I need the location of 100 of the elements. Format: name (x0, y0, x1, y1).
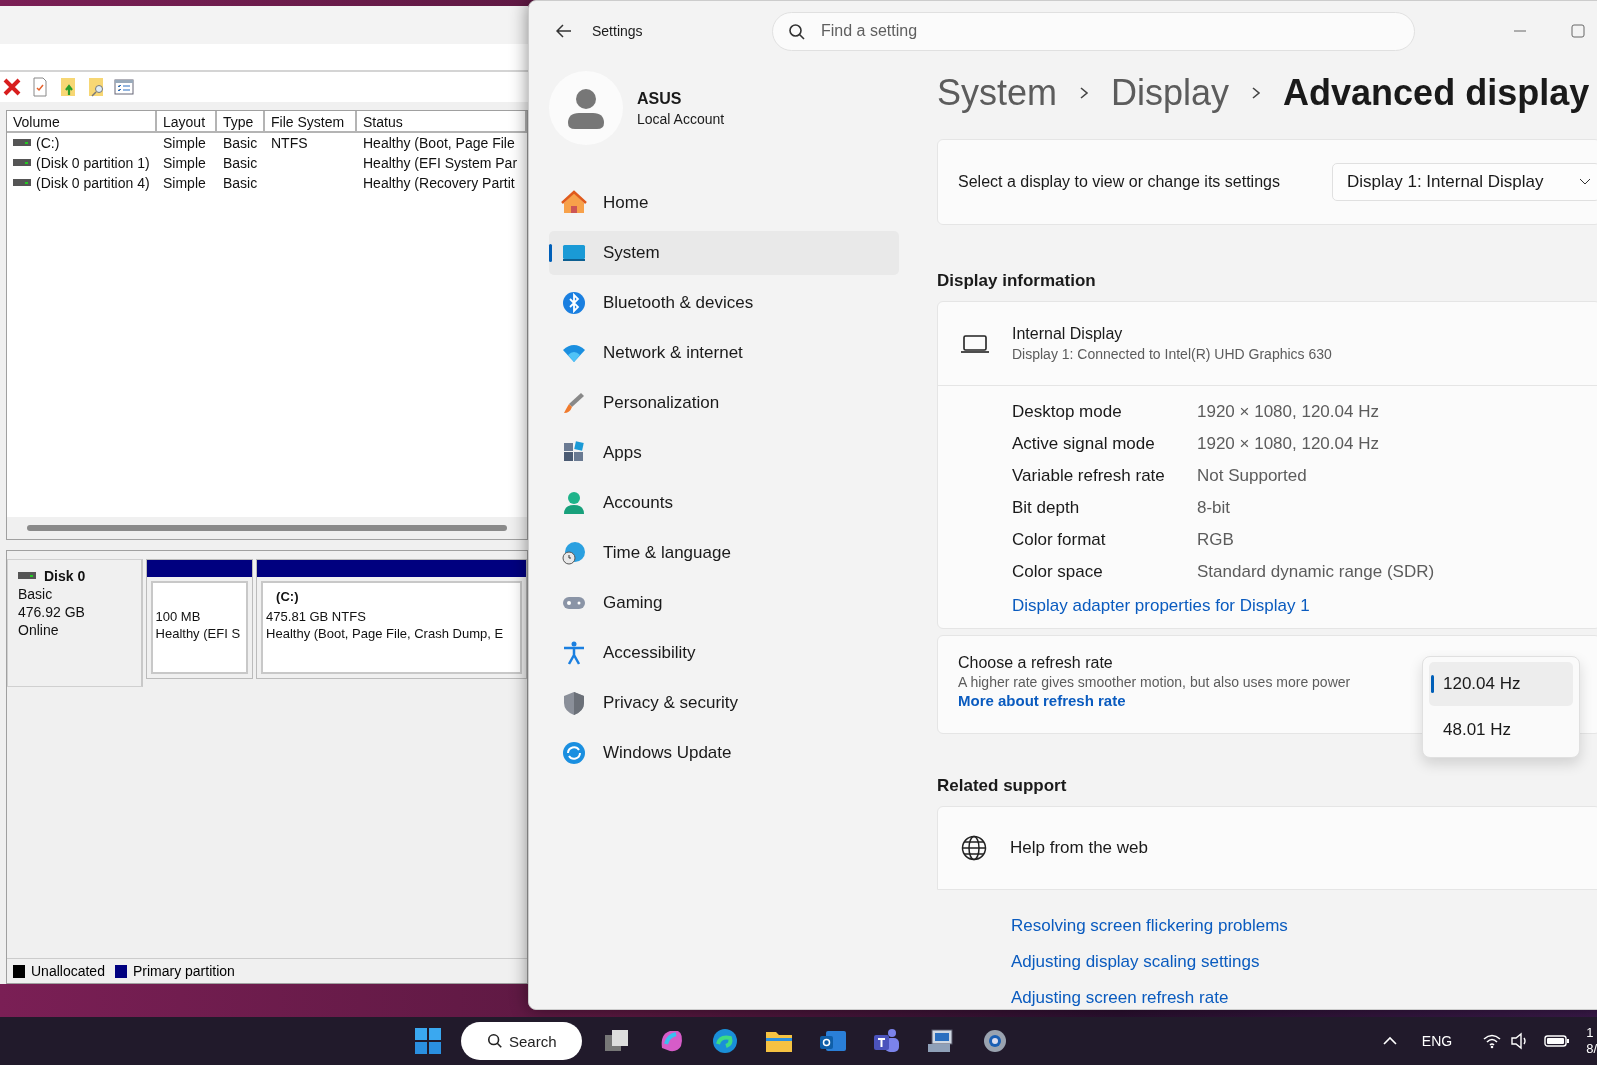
clock[interactable]: 1 8/ (1586, 1025, 1597, 1057)
legend-label: Unallocated (31, 963, 105, 979)
search-icon (487, 1033, 503, 1049)
property-label: Active signal mode (1012, 434, 1156, 454)
partition-status: Healthy (EFI S (155, 626, 242, 641)
property-value: 8-bit (1197, 498, 1232, 518)
scrollbar-thumb[interactable] (27, 525, 507, 531)
disk-status: Online (18, 622, 60, 638)
taskbar-search[interactable]: Search (461, 1022, 582, 1060)
setting-label: Select a display to view or change its settings (958, 173, 1280, 191)
table-cell: (Disk 0 partition 1) (36, 155, 150, 171)
accessibility-icon (561, 640, 587, 666)
back-arrow-icon (556, 24, 572, 38)
partition-size: 100 MB (155, 609, 202, 624)
property-label: Desktop mode (1012, 402, 1123, 422)
nav-item[interactable]: Accounts (549, 481, 899, 525)
section-heading: Related support (937, 776, 1068, 796)
nav-item[interactable]: Apps (549, 431, 899, 475)
table-cell-text: Healthy (Recovery Partit (362, 174, 516, 193)
globe-clock-icon (561, 540, 587, 566)
property-value: Not Supported (1197, 466, 1308, 486)
maximize-icon[interactable] (1571, 24, 1585, 38)
search-icon (788, 22, 806, 41)
table-cell-text: Healthy (EFI System Par (362, 154, 519, 173)
table-cell-text: Basic (222, 134, 259, 153)
nav-item[interactable]: System (549, 231, 899, 275)
nav-item[interactable]: Bluetooth & devices (549, 281, 899, 325)
person-icon (561, 490, 587, 516)
account-type: Local Account (637, 110, 725, 127)
window-title: Settings (592, 23, 644, 39)
breadcrumb-item[interactable]: Display (1111, 72, 1230, 114)
breadcrumb-item: Advanced display (1283, 72, 1590, 114)
property-label: Color space (1012, 562, 1104, 582)
help-title: Help from the web (1010, 838, 1148, 858)
folder-search-icon[interactable] (86, 77, 106, 97)
property-value: 1920 × 1080, 120.04 Hz (1197, 402, 1380, 422)
home-icon (561, 190, 587, 216)
property-label: Color format (1012, 530, 1107, 550)
setting-description: A higher rate gives smoother motion, but also uses more power (958, 674, 1351, 690)
nav-item[interactable]: Accessibility (549, 631, 899, 675)
display-connection: Display 1: Connected to Intel(R) UHD Graphics 630 (1012, 346, 1332, 362)
partition-block[interactable]: (C:) 475.81 GB NTFS Healthy (Boot, Page File, Crash Dump, E (256, 559, 527, 679)
brush-icon (561, 390, 587, 416)
display-dropdown[interactable]: Display 1: Internal Display (1332, 163, 1597, 201)
nav-item[interactable]: Windows Update (549, 731, 899, 775)
breadcrumb-item[interactable]: System (937, 72, 1058, 114)
search-field[interactable]: Find a setting (772, 11, 1415, 51)
folder-up-icon[interactable] (58, 77, 78, 97)
menu-option[interactable]: 120.04 Hz (1429, 662, 1573, 706)
column-header[interactable]: Type (217, 111, 265, 133)
chevron-down-icon (1579, 178, 1591, 186)
property-value: Standard dynamic range (SDR) (1197, 562, 1436, 582)
drive-icon (18, 572, 36, 580)
table-cell: (C:) (36, 135, 60, 151)
support-link[interactable]: Resolving screen flickering problems (1011, 916, 1288, 936)
shield-icon (561, 690, 587, 716)
table-cell-text: Simple (162, 134, 207, 153)
column-header[interactable]: Volume (7, 111, 157, 133)
legend-label: Primary partition (132, 963, 235, 979)
table-cell-text: Healthy (Boot, Page File (362, 134, 516, 153)
start-icon[interactable] (413, 1026, 443, 1056)
nav-item[interactable]: Personalization (549, 381, 899, 425)
language-indicator[interactable]: ENG (1421, 1033, 1453, 1049)
globe-icon (960, 834, 988, 862)
menu-option[interactable]: 48.01 Hz (1429, 708, 1573, 752)
nav-item[interactable]: Privacy & security (549, 681, 899, 725)
delete-icon[interactable] (2, 77, 22, 97)
display-name: Internal Display (1012, 325, 1123, 343)
column-header[interactable]: File System (265, 111, 357, 133)
table-cell-text: NTFS (270, 134, 309, 153)
partition-block[interactable]: 100 MB Healthy (EFI S (145, 559, 254, 679)
partition-status: Healthy (Boot, Page File, Crash Dump, E (266, 626, 505, 641)
nav-item[interactable]: Network & internet (549, 331, 899, 375)
adapter-properties-link[interactable]: Display adapter properties for Display 1 (1012, 596, 1310, 615)
nav-item[interactable]: Gaming (549, 581, 899, 625)
checklist-icon[interactable] (114, 77, 134, 97)
account-name: ASUS (637, 89, 683, 108)
property-label: Variable refresh rate (1012, 466, 1166, 486)
column-header[interactable]: Layout (157, 111, 217, 133)
section-heading: Display information (937, 271, 1097, 291)
property-value: 1920 × 1080, 120.04 Hz (1197, 434, 1380, 454)
table-cell-text: Simple (162, 154, 207, 173)
support-link[interactable]: Adjusting display scaling settings (1011, 952, 1260, 972)
partition-name: (C:) (276, 589, 299, 604)
help-card[interactable]: Help from the web (937, 806, 1597, 890)
column-header[interactable]: Status (357, 111, 527, 133)
nav-item[interactable]: Time & language (549, 531, 899, 575)
partition-size: 475.81 GB NTFS (266, 609, 367, 624)
properties-icon[interactable] (30, 77, 50, 97)
drive-icon (13, 139, 31, 147)
setting-title: Choose a refresh rate (958, 654, 1113, 672)
update-icon (561, 740, 587, 766)
table-cell-text: Simple (162, 174, 207, 193)
table-cell: (Disk 0 partition 4) (36, 175, 150, 191)
table-cell-text: Basic (222, 174, 259, 193)
bluetooth-icon (561, 290, 587, 316)
refresh-rate-link[interactable]: More about refresh rate (958, 692, 1126, 709)
support-link[interactable]: Adjusting screen refresh rate (1011, 988, 1229, 1008)
nav-item[interactable]: Home (549, 181, 899, 225)
disk-type: Basic (18, 586, 54, 602)
